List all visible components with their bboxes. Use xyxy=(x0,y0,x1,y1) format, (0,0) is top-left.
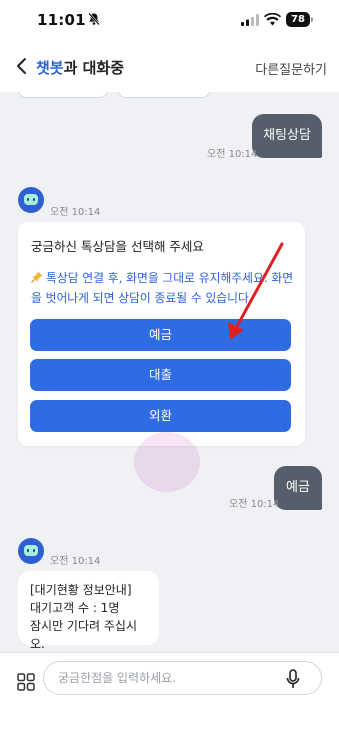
pin-icon xyxy=(31,271,43,283)
status-time: 11:01 xyxy=(37,11,86,29)
previous-chip xyxy=(118,92,210,98)
queue-info-title: [대기현황 정보안내] xyxy=(30,583,132,597)
battery-level: 78 xyxy=(286,12,310,27)
message-time: 오전 10:14 xyxy=(229,499,280,510)
mic-icon[interactable] xyxy=(286,669,300,689)
back-icon[interactable] xyxy=(12,56,32,76)
queue-wait-message: 잠시만 기다려 주십시오. xyxy=(30,619,137,651)
user-message-bubble: 예금 xyxy=(274,466,322,510)
menu-grid-icon[interactable] xyxy=(17,673,35,691)
previous-buttons-fragment xyxy=(18,92,248,100)
annotation-arrow xyxy=(228,242,284,340)
user-message-bubble: 채팅상담 xyxy=(252,114,322,158)
bot-avatar-icon xyxy=(18,187,44,213)
bot-message-bubble: [대기현황 정보안내] 대기고객 수 : 1명 잠시만 기다려 주십시오. xyxy=(18,571,159,651)
message-input[interactable] xyxy=(43,661,322,695)
bot-avatar-icon xyxy=(18,538,44,564)
option-exchange-button[interactable]: 외환 xyxy=(30,400,291,432)
signal-icon xyxy=(241,14,259,26)
input-bar xyxy=(0,652,339,730)
status-bar: 11:01 78 xyxy=(0,0,339,40)
previous-chip xyxy=(18,92,108,98)
battery-cap xyxy=(311,17,313,22)
wifi-icon xyxy=(264,13,281,26)
card-title: 궁금하신 톡상담을 선택해 주세요 xyxy=(31,239,204,254)
message-time: 오전 10:14 xyxy=(50,556,101,567)
option-loan-button[interactable]: 대출 xyxy=(30,359,291,391)
watermark xyxy=(134,432,200,492)
queue-count: 대기고객 수 : 1명 xyxy=(30,601,120,615)
other-question-button[interactable]: 다른질문하기 xyxy=(255,59,327,78)
page-title-rest: 과 대화중 xyxy=(63,59,125,77)
page-title: 챗봇과 대화중 xyxy=(36,57,124,78)
message-time: 오전 10:14 xyxy=(207,149,258,160)
chat-header: 챗봇과 대화중 다른질문하기 xyxy=(0,40,339,92)
bell-off-icon xyxy=(88,12,100,26)
page-title-accent: 챗봇 xyxy=(36,59,64,77)
chat-area[interactable]: 채팅상담 오전 10:14 오전 10:14 궁금하신 톡상담을 선택해 주세요… xyxy=(0,92,339,652)
message-time: 오전 10:14 xyxy=(50,207,101,218)
